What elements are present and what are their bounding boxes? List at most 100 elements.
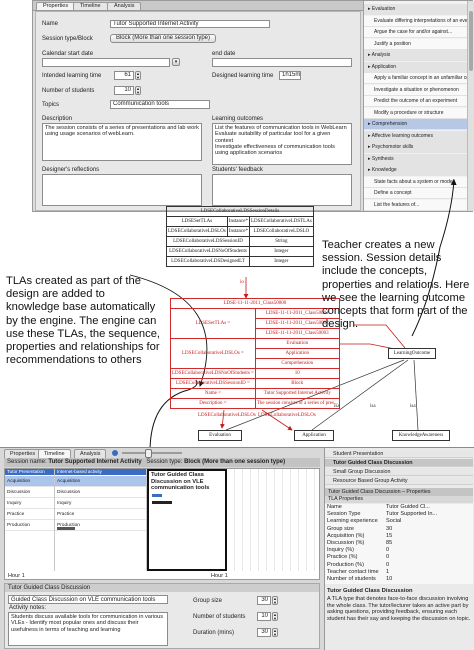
property-key: Name (327, 504, 342, 510)
production-bar (57, 527, 75, 530)
property-key: Learning experience (327, 518, 378, 525)
tl-row-discussion: Discussion (55, 487, 146, 498)
instance-value: Block (254, 378, 340, 389)
tla-palette-panel: Student Presentation Tutor Guided Class D… (324, 448, 474, 650)
students-stepper[interactable]: ▲ ▼ (272, 612, 278, 621)
settlas-label: LDSESetTLAs = (170, 308, 256, 339)
instance-key: LDSECollaborativeLDSNoOfStudents = (170, 368, 256, 379)
tl-row-practice: Practice (5, 509, 54, 520)
io-edge-label: io (240, 280, 244, 285)
duration-stepper[interactable]: ▲ ▼ (272, 628, 278, 637)
node-knowledge-awareness: KnowledgeAwareness (392, 430, 450, 441)
acquisition-bar (152, 494, 162, 497)
property-value[interactable]: 85 (386, 540, 466, 547)
timeline-canvas[interactable]: Tutor Presentation Acquisition Discussio… (4, 468, 320, 580)
activity-notes-textarea[interactable]: Students discuss available tools for com… (8, 612, 168, 646)
property-key: Group size (327, 525, 355, 532)
property-value[interactable]: 30 (386, 526, 466, 533)
annotation-session: Teacher creates a new session. Session d… (322, 239, 470, 331)
activity-notes-label: Activity notes: (9, 605, 47, 611)
zoom-slider[interactable] (122, 452, 182, 454)
los-label: LDSECollaborativeLDSLOs = (170, 338, 256, 369)
instance-key: LDSECollaborativeLDSSessionID = (170, 378, 256, 389)
property-value[interactable]: Tutor Guided Cl... (386, 504, 466, 511)
duration-label: Duration (mins) (193, 630, 235, 636)
tla-description-title: Tutor Guided Class Discussion (327, 588, 413, 594)
group-size-label: Group size (193, 598, 223, 604)
table-cell: LDSECollaborativeLDSTLAs (248, 216, 314, 227)
zoom-button[interactable] (112, 450, 118, 456)
tla-detail-panel: Tutor Guided Class Discussion Guided Cla… (4, 583, 320, 649)
property-value[interactable]: 1 (386, 569, 466, 576)
group-size-stepper[interactable]: ▲ ▼ (272, 596, 278, 605)
table-cell: LDSESetTLAs (166, 216, 228, 227)
table-cell: Integer (248, 246, 314, 257)
tla-column-title: Internet-based activity (55, 469, 146, 475)
tla-palette-item[interactable]: Small Group Discussion (325, 468, 473, 476)
instance-id: LDSE-11-11-2011_Class50000 (170, 298, 340, 309)
table-cell: LDSECollaborativeLDSNoOfStudents (166, 246, 250, 257)
tl-row-acquisition: Acquisition (5, 476, 54, 487)
zoom-slider-handle[interactable] (145, 449, 152, 458)
timeline-window: Properties Timeline Analysis Session nam… (0, 447, 474, 650)
property-value[interactable]: 15 (386, 533, 466, 540)
tla-column[interactable]: Tutor Presentation Acquisition Discussio… (5, 469, 55, 571)
selected-tla-column[interactable]: Tutor Guided Class Discussion on VLE com… (147, 469, 227, 571)
students-field[interactable]: 10 (257, 612, 271, 621)
tl-row-inquiry: Inquiry (5, 498, 54, 509)
isa-edge-label: isa (410, 404, 416, 409)
table-cell: Instance* (226, 216, 250, 227)
table-cell: LDSECollaborativeLDSDesignedLT (166, 256, 250, 267)
tla-name-field[interactable]: Guided Class Discussion on VLE communica… (8, 595, 168, 604)
group-size-field[interactable]: 30 (257, 596, 271, 605)
tla-palette-item[interactable]: Student Presentation (325, 450, 473, 458)
instance-table: LDSE-11-11-2011_Class50000 LDSESetTLAs =… (170, 298, 340, 409)
isa-edge-label: isa (334, 404, 340, 409)
tla-column[interactable]: Internet-based activity Acquisition Disc… (55, 469, 147, 571)
property-value[interactable]: 0 (386, 554, 466, 561)
instance-value: Tutor Supported Internet Activity (254, 388, 340, 399)
table-cell: Integer (248, 256, 314, 267)
instance-value: The session consists of a series of pres… (254, 398, 340, 409)
tl-row-practice: Practice (55, 509, 146, 520)
students-label: Number of students (193, 614, 246, 620)
property-key: Production (%) (327, 561, 364, 568)
node-learning-outcome: LearningOutcome (388, 348, 436, 359)
node-evaluation: Evaluation (198, 430, 242, 441)
lo-item: Evaluation (254, 338, 340, 349)
tla-description-text: A TLA type that denotes face-to-face dis… (327, 596, 471, 622)
tab-properties[interactable]: Properties (4, 449, 42, 458)
property-key: Practice (%) (327, 554, 358, 561)
tl-row-production: Production (5, 520, 54, 531)
lo-edge-label: LDSECollaborativeLDSLOs (258, 413, 316, 418)
table-cell: String (248, 236, 314, 247)
session-details-table: LDSECollaborativeLDSSessionDetails LDSES… (166, 206, 314, 267)
selected-tla-title: Tutor Guided Class Discussion on VLE com… (151, 472, 210, 491)
property-value[interactable]: 10 (386, 576, 466, 583)
instance-key: Name = (170, 388, 256, 399)
tab-analysis[interactable]: Analysis (74, 449, 107, 458)
tla-column-title: Tutor Presentation (5, 469, 54, 475)
tla-palette-item[interactable]: Tutor Guided Class Discussion (325, 459, 473, 467)
tla-palette-item[interactable]: Resource Based Group Activity (325, 477, 473, 485)
properties-header: Tutor Guided Class Discussion – Properti… (325, 488, 473, 496)
tl-row-inquiry: Inquiry (55, 498, 146, 509)
property-key: Teacher contact time (327, 568, 379, 575)
property-value[interactable]: 0 (386, 547, 466, 554)
tla-properties-label: TLA Properties (325, 496, 473, 503)
hour-label: Hour 1 (8, 573, 25, 579)
tl-row-discussion: Discussion (5, 487, 54, 498)
table-cell: LDSECollaborativeLDSLOs (166, 226, 228, 237)
isa-edge-label: isa (370, 404, 376, 409)
timeline-grid (227, 469, 319, 571)
table-cell: LDSECollaborativeLDSLO (248, 226, 314, 237)
property-value[interactable]: 0 (386, 562, 466, 569)
lo-item: Application (254, 348, 340, 359)
property-value[interactable]: Tutor Supported In... (386, 511, 466, 518)
property-value[interactable]: Social (386, 518, 466, 525)
lo-item: Comprehension (254, 358, 340, 369)
duration-field[interactable]: 30 (257, 628, 271, 637)
tab-timeline[interactable]: Timeline (38, 449, 71, 458)
hour-label: Hour 1 (211, 573, 228, 579)
property-key: Discussion (%) (327, 540, 365, 546)
